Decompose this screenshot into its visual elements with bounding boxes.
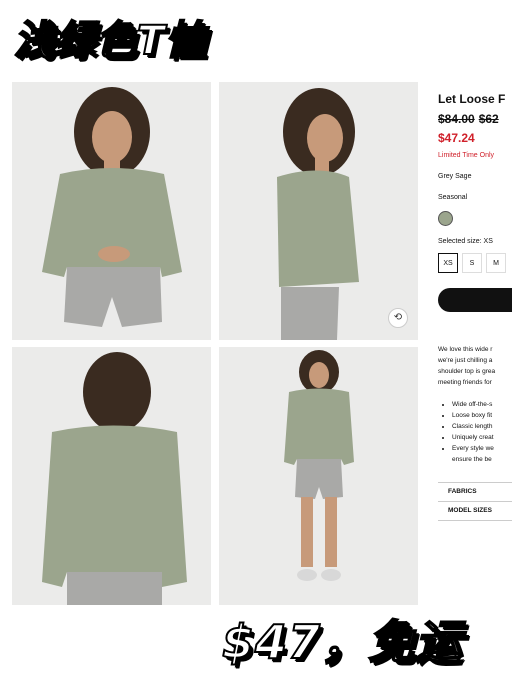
description-line: meeting friends for <box>438 379 492 386</box>
description-line: We love this wide r <box>438 346 493 353</box>
product-photo-side[interactable]: ⟲ <box>219 82 418 340</box>
description-line: shoulder top is grea <box>438 368 496 375</box>
feature-list: Wide off-the-s Loose boxy fit Classic le… <box>438 399 512 465</box>
size-selector: XS S M <box>438 253 506 273</box>
original-price: $84.00 <box>438 112 475 126</box>
product-description: We love this wide r we're just chilling … <box>438 344 512 388</box>
collection-label: Seasonal <box>438 194 468 201</box>
side-model-illustration <box>219 82 418 340</box>
original-price-2: $62 <box>478 112 499 126</box>
selected-size-label: Selected size: XS <box>438 238 493 245</box>
sale-price: $47.24 <box>438 131 475 145</box>
original-prices: $84.00 $62 <box>438 112 503 126</box>
limited-time-label: Limited Time Only <box>438 152 495 159</box>
product-detail-panel: Let Loose F $84.00 $62 $47.24 Limited Tim… <box>430 82 512 622</box>
product-photo-full[interactable] <box>219 347 418 605</box>
feature-item: Loose boxy fit <box>452 410 512 421</box>
color-name: Grey Sage <box>438 173 472 180</box>
feature-item: Uniquely creat <box>452 432 512 443</box>
size-xs-button[interactable]: XS <box>438 253 458 273</box>
product-title: Let Loose F <box>438 92 506 106</box>
size-m-button[interactable]: M <box>486 253 506 273</box>
add-to-bag-button[interactable] <box>438 288 512 312</box>
feature-item: Wide off-the-s <box>452 399 512 410</box>
product-photo-back[interactable] <box>12 347 211 605</box>
front-model-illustration <box>12 82 211 340</box>
fabrics-accordion[interactable]: FABRICS <box>438 482 512 501</box>
feature-item: Classic length <box>452 421 512 432</box>
color-swatch[interactable] <box>438 211 453 226</box>
feature-item: ensure the be <box>452 456 492 463</box>
rotate-icon[interactable]: ⟲ <box>388 308 408 328</box>
full-model-illustration <box>219 347 418 605</box>
product-photo-front[interactable] <box>12 82 211 340</box>
description-line: we're just chilling a <box>438 357 493 364</box>
size-s-button[interactable]: S <box>462 253 482 273</box>
model-sizes-accordion[interactable]: MODEL SIZES <box>438 501 512 521</box>
banner-price: $47，免运 <box>221 614 463 670</box>
banner-title: 浅绿色T恤 <box>13 17 207 65</box>
feature-item: Every style we <box>452 443 512 454</box>
back-model-illustration <box>12 347 211 605</box>
